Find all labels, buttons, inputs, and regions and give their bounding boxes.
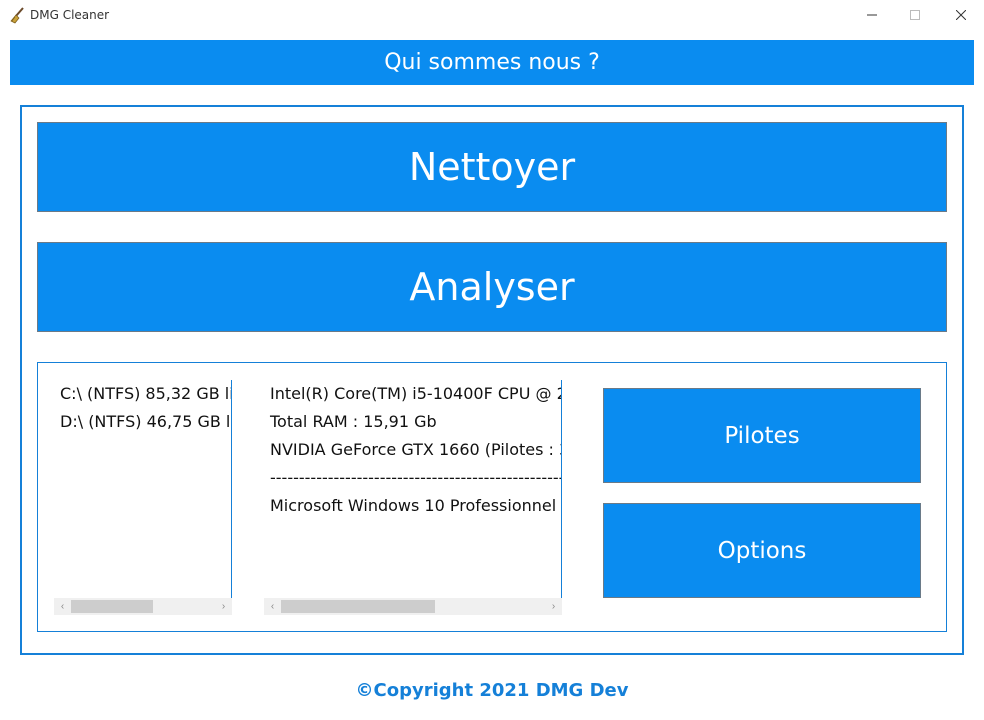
options-button[interactable]: Options <box>603 503 921 598</box>
minimize-icon <box>867 14 877 16</box>
copyright-footer: ©Copyright 2021 DMG Dev <box>355 680 629 701</box>
system-horizontal-scrollbar[interactable]: ‹ › <box>264 598 562 615</box>
close-icon <box>956 10 966 20</box>
scroll-left-icon[interactable]: ‹ <box>54 598 71 615</box>
maximize-button[interactable] <box>892 0 938 30</box>
title-bar: DMG Cleaner <box>0 0 984 30</box>
scroll-left-icon[interactable]: ‹ <box>264 598 281 615</box>
list-item: Microsoft Windows 10 Professionnel <box>270 496 557 515</box>
scroll-right-icon[interactable]: › <box>215 598 232 615</box>
list-item: C:\ (NTFS) 85,32 GB libres <box>60 384 231 403</box>
drives-list[interactable]: C:\ (NTFS) 85,32 GB libres D:\ (NTFS) 46… <box>54 380 232 615</box>
scroll-right-icon[interactable]: › <box>545 598 562 615</box>
list-item: Total RAM : 15,91 Gb <box>270 412 437 431</box>
minimize-button[interactable] <box>849 0 895 30</box>
drives-horizontal-scrollbar[interactable]: ‹ › <box>54 598 232 615</box>
system-info-list[interactable]: Intel(R) Core(TM) i5-10400F CPU @ 2.90GH… <box>264 380 562 615</box>
clean-button[interactable]: Nettoyer <box>37 122 947 212</box>
list-item: ----------------------------------------… <box>270 468 562 487</box>
analyze-button[interactable]: Analyser <box>37 242 947 332</box>
scroll-thumb[interactable] <box>71 600 153 613</box>
close-button[interactable] <box>938 0 984 30</box>
list-item: D:\ (NTFS) 46,75 GB libres <box>60 412 231 431</box>
drivers-button[interactable]: Pilotes <box>603 388 921 483</box>
scroll-thumb[interactable] <box>281 600 435 613</box>
list-item: NVIDIA GeForce GTX 1660 (Pilotes : 3 <box>270 440 562 459</box>
list-item: Intel(R) Core(TM) i5-10400F CPU @ 2.90GH… <box>270 384 561 403</box>
maximize-icon <box>910 10 920 20</box>
window-title: DMG Cleaner <box>30 8 110 22</box>
about-us-button[interactable]: Qui sommes nous ? <box>10 40 974 85</box>
broom-icon <box>8 6 26 24</box>
